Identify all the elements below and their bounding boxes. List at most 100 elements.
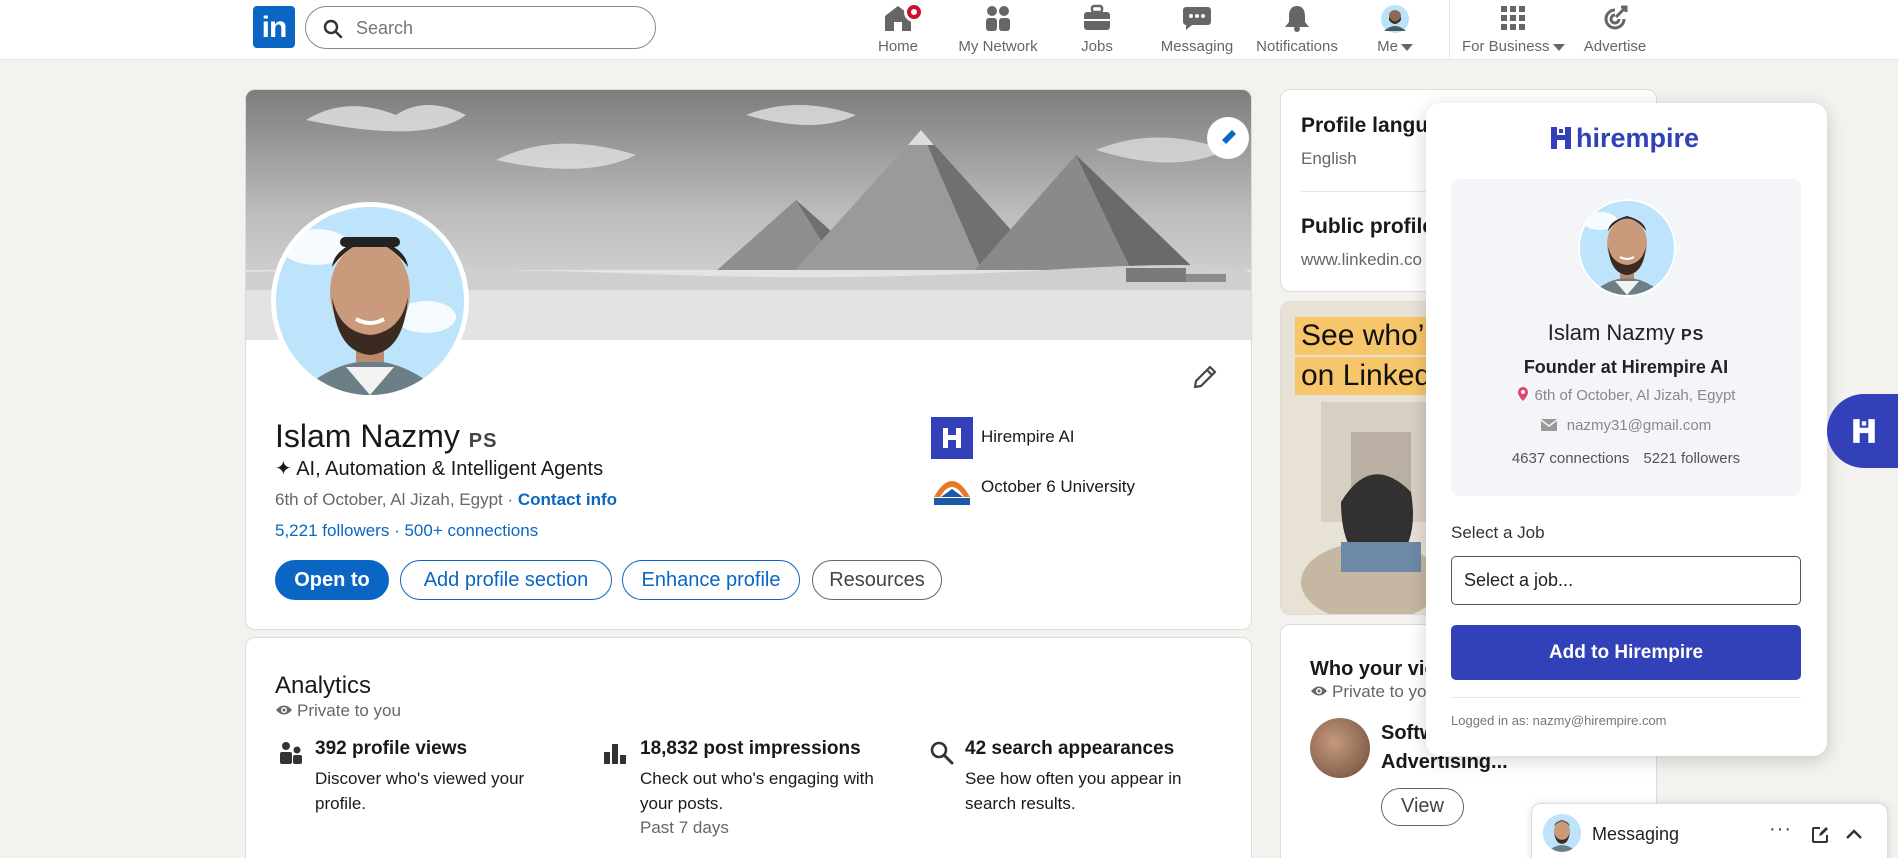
connections-link[interactable]: · 500+ connections — [389, 521, 538, 540]
viewers-private: Private to yo — [1310, 682, 1427, 702]
bar-chart-icon — [604, 744, 626, 764]
advertise-icon — [1604, 5, 1628, 30]
bell-icon — [1285, 6, 1309, 32]
avatar — [1381, 5, 1409, 33]
hirempire-connections: 4637 connections — [1511, 450, 1630, 467]
chevron-down-icon — [1552, 43, 1565, 51]
profile-headline: ✦ AI, Automation & Intelligent Agents — [275, 458, 604, 480]
pronoun-badge: PS — [468, 430, 498, 452]
view-button[interactable]: View — [1381, 788, 1464, 826]
nav-advertise[interactable]: Advertise — [1579, 0, 1651, 60]
nav-label: My Network — [958, 38, 1038, 55]
location-separator: · — [502, 490, 518, 509]
hirempire-stats: 4637 connections 5221 followers — [1451, 450, 1801, 467]
analytics-item-sub: Past 7 days — [640, 818, 729, 837]
top-navigation: in Home My Network Jobs Messaging Notifi… — [0, 0, 1898, 60]
grid-icon — [1501, 6, 1525, 30]
analytics-post-impressions[interactable]: 18,832 post impressions Check out who's … — [640, 738, 960, 838]
search-input[interactable] — [356, 16, 636, 40]
org-hirempire[interactable]: Hirempire AI — [931, 417, 1191, 459]
notification-badge — [904, 2, 924, 22]
nav-label: Home — [877, 38, 918, 55]
ad-headline-2: on Linked — [1295, 357, 1438, 395]
search-icon — [323, 19, 343, 39]
nav-label: Notifications — [1256, 38, 1338, 55]
private-text: Private to you — [297, 701, 401, 720]
hirempire-floating-button[interactable] — [1827, 394, 1898, 468]
hirempire-logo-icon — [1551, 127, 1571, 149]
hirempire-followers: 5221 followers — [1643, 450, 1741, 467]
network-icon — [986, 6, 1010, 31]
analytics-item-desc: Discover who's viewed your profile. — [315, 769, 525, 813]
edit-profile-pencil-icon[interactable] — [1191, 363, 1219, 391]
public-profile-url[interactable]: www.linkedin.co — [1301, 250, 1422, 270]
hirempire-name: Islam Nazmy PS — [1451, 320, 1801, 346]
compose-icon[interactable] — [1811, 826, 1829, 844]
search-box[interactable] — [305, 6, 656, 49]
profile-photo-image — [1543, 814, 1581, 852]
profile-language-label: Profile langu — [1301, 114, 1429, 137]
chevron-up-icon[interactable] — [1845, 828, 1863, 840]
avatar — [1543, 814, 1581, 852]
analytics-item-desc: Check out who's engaging with your posts… — [640, 769, 874, 813]
add-profile-section-button[interactable]: Add profile section — [400, 560, 612, 600]
more-options-icon[interactable]: ··· — [1769, 818, 1792, 841]
mail-icon — [1540, 419, 1558, 431]
nav-home[interactable]: Home — [873, 0, 924, 60]
analytics-search-appearances[interactable]: 42 search appearances See how often you … — [965, 738, 1251, 816]
hirempire-email-text: nazmy31@gmail.com — [1566, 417, 1712, 434]
logged-in-as: Logged in as: nazmy@hirempire.com — [1451, 713, 1667, 728]
linkedin-logo[interactable]: in — [253, 6, 295, 48]
eye-icon — [276, 705, 292, 715]
hirempire-role: Founder at Hirempire AI — [1523, 357, 1729, 377]
profile-photo-image — [276, 207, 464, 395]
profile-photo[interactable] — [271, 202, 469, 400]
divider — [1451, 697, 1801, 698]
nav-label: Jobs — [1081, 38, 1113, 55]
nav-label: Messaging — [1160, 38, 1234, 55]
pencil-icon — [1221, 130, 1236, 145]
job-select[interactable]: Select a job... — [1451, 556, 1801, 605]
contact-info-link[interactable]: Contact info — [518, 490, 617, 509]
university-logo — [931, 467, 973, 509]
org-name: October 6 University — [981, 477, 1135, 496]
nav-jobs[interactable]: Jobs — [1077, 0, 1117, 60]
messaging-bar[interactable]: Messaging ··· — [1531, 803, 1888, 858]
briefcase-icon — [1084, 4, 1110, 30]
org-october6-university[interactable]: October 6 University — [931, 467, 1191, 509]
profile-connections-line: 5,221 followers · 500+ connections — [275, 521, 538, 541]
hirempire-profile-card: Islam Nazmy PS Founder at Hirempire AI 6… — [1451, 179, 1801, 496]
hirempire-brand: hirempire — [1549, 123, 1699, 154]
hirempire-location: 6th of October, Al Jizah, Egypt — [1451, 387, 1801, 404]
nav-my-network[interactable]: My Network — [953, 0, 1043, 60]
profile-photo-image — [1580, 201, 1674, 295]
nav-me[interactable]: Me — [1370, 0, 1420, 60]
nav-for-business[interactable]: For Business — [1462, 0, 1565, 60]
hirempire-location-text: 6th of October, Al Jizah, Egypt — [1534, 387, 1736, 404]
nav-label: For Business — [1462, 38, 1550, 55]
chevron-down-icon — [1400, 43, 1413, 51]
public-profile-label: Public profile — [1301, 215, 1435, 238]
enhance-profile-button[interactable]: Enhance profile — [622, 560, 800, 600]
hirempire-extension-popup: hirempire Islam Nazmy PS Founder at Hire… — [1426, 103, 1827, 756]
add-to-hirempire-button[interactable]: Add to Hirempire — [1451, 625, 1801, 680]
messaging-icon — [1183, 7, 1211, 30]
viewers-private-text: Private to yo — [1332, 682, 1427, 701]
hirempire-logo-icon — [1853, 419, 1875, 443]
hirempire-name-text: Islam Nazmy — [1547, 320, 1675, 345]
nav-messaging[interactable]: Messaging — [1157, 0, 1237, 60]
edit-banner-button[interactable] — [1207, 117, 1249, 159]
followers-link[interactable]: 5,221 followers — [275, 521, 389, 540]
analytics-item-desc: See how often you appear in search resul… — [965, 769, 1182, 813]
profile-name-text: Islam Nazmy — [275, 418, 460, 454]
analytics-profile-views[interactable]: 392 profile views Discover who's viewed … — [315, 738, 635, 816]
nav-divider — [1449, 0, 1450, 60]
search-icon — [930, 741, 954, 765]
resources-button[interactable]: Resources — [812, 560, 942, 600]
analytics-card: Analytics Private to you 392 profile vie… — [245, 637, 1252, 858]
org-name: Hirempire AI — [981, 427, 1075, 446]
nav-notifications[interactable]: Notifications — [1252, 0, 1342, 60]
viewer-avatar-blurred[interactable] — [1310, 718, 1370, 778]
profile-location: 6th of October, Al Jizah, Egypt — [275, 490, 503, 509]
open-to-button[interactable]: Open to — [275, 560, 389, 600]
